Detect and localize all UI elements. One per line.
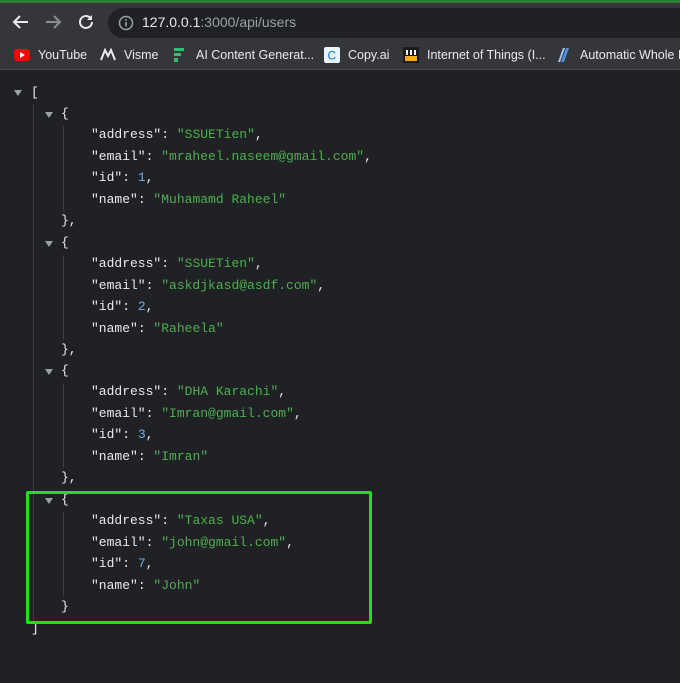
email-value: askdjkasd@asdf.com [169,278,310,293]
bookmark-label: Visme [124,48,159,62]
collapse-toggle[interactable] [45,241,53,247]
highlight-box [26,491,372,624]
indent-guide [63,383,64,468]
json-property: "address": "DHA Karachi", [91,384,287,399]
name-value: Imran [161,449,201,464]
object-close-brace: }, [61,342,77,357]
bookmark-label: Internet of Things (I... [427,48,546,62]
visme-icon [100,47,116,63]
json-property: "address": "SSUETien", [91,256,263,271]
url-path: :3000/api/users [200,14,297,30]
collapse-toggle[interactable] [14,90,22,96]
email-value: mraheel.naseem@gmail.com [169,149,357,164]
id-value: 3 [137,427,146,442]
object-open-brace: { [61,363,69,378]
url-host: 127.0.0.1 [142,14,201,30]
bookmark-label: AI Content Generat... [196,48,315,62]
browser-toolbar: 127.0.0.1:3000/api/users [0,0,680,40]
address-value: SSUETien [184,256,248,271]
id-value: 1 [137,170,146,185]
bookmark-label: Copy.ai [348,48,390,62]
object-open-brace: { [61,106,69,121]
indent-guide [63,126,64,211]
json-property: "email": "mraheel.naseem@gmail.com", [91,149,372,164]
json-property: "email": "Imran@gmail.com", [91,406,302,421]
bookmark-visme[interactable]: Visme [100,46,159,64]
address-value: SSUETien [184,127,248,142]
json-property: "name": "Imran" [91,449,209,464]
json-property: "address": "SSUETien", [91,127,263,142]
youtube-icon [14,47,30,63]
email-value: Imran@gmail.com [169,406,287,421]
json-property: "id": 2, [91,299,154,314]
bookmarks-bar: YouTube Visme AI Content Generat... C Co… [0,40,680,70]
object-close-brace: }, [61,470,77,485]
object-close-brace: }, [61,213,77,228]
collapse-toggle[interactable] [45,112,53,118]
bookmark-automatic[interactable]: Automatic Whole H [556,46,680,64]
bookmark-label: YouTube [38,48,88,62]
bookmark-copyai[interactable]: C Copy.ai [324,46,389,64]
ai-content-icon [172,47,188,63]
array-open-bracket: [ [31,85,39,100]
bookmark-iot[interactable]: Internet of Things (I... [403,46,546,64]
bookmark-youtube[interactable]: YouTube [14,46,87,64]
bookmark-label: Automatic Whole H [580,48,680,62]
arrow-left-icon [12,15,28,29]
id-value: 2 [137,299,146,314]
json-property: "email": "askdjkasd@asdf.com", [91,278,326,293]
address-value: DHA Karachi [184,384,271,399]
json-property: "id": 1, [91,170,154,185]
bookmark-ai-content[interactable]: AI Content Generat... [172,46,314,64]
json-viewer: [ { "address": "SSUETien", "email": "mra… [0,72,680,683]
address-bar[interactable]: 127.0.0.1:3000/api/users [108,8,680,38]
reload-icon [79,14,93,29]
url-text: 127.0.0.1:3000/api/users [142,14,296,30]
back-button[interactable] [8,9,34,35]
object-open-brace: { [61,235,69,250]
json-property: "name": "Muhamamd Raheel" [91,192,287,207]
collapse-toggle[interactable] [45,369,53,375]
json-property: "name": "Raheela" [91,321,224,336]
automatic-icon [556,47,572,63]
json-property: "id": 3, [91,427,154,442]
info-icon[interactable] [118,15,134,31]
arrow-right-icon [46,15,62,29]
name-value: Raheela [161,321,216,336]
reload-button[interactable] [73,9,99,35]
svg-text:C: C [328,49,337,63]
name-value: Muhamamd Raheel [161,192,279,207]
copyai-icon: C [324,47,340,63]
iot-icon [403,47,419,63]
forward-button[interactable] [40,9,66,35]
indent-guide [63,255,64,340]
